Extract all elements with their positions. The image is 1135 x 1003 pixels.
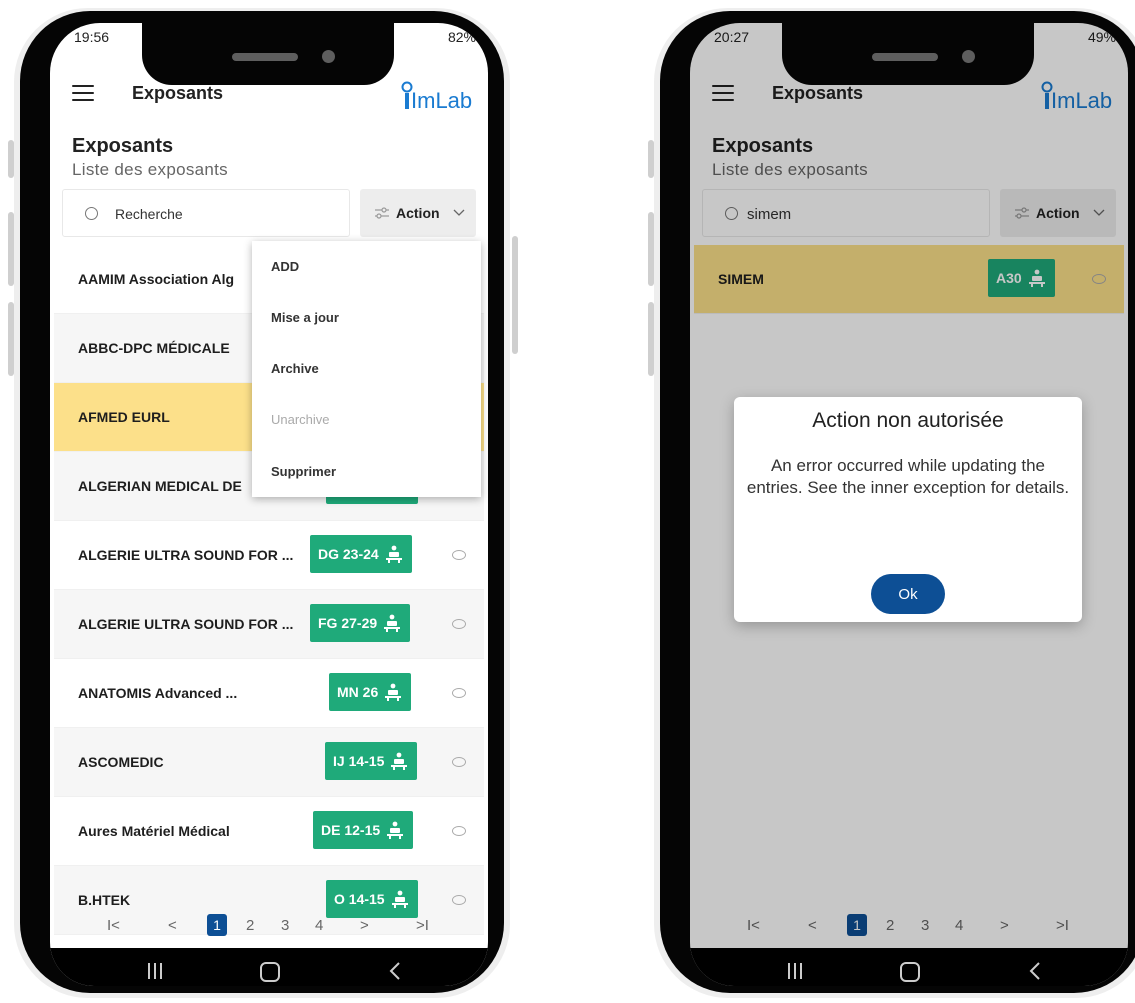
- table-row[interactable]: ANATOMIS Advanced ... MN 26: [54, 659, 484, 728]
- menu-item-delete[interactable]: Supprimer: [271, 464, 336, 479]
- screen: 19:56 82% Exposants ImLab Exposants List…: [50, 23, 488, 986]
- menu-item-archive[interactable]: Archive: [271, 361, 319, 376]
- stand-code: FG 27-29: [318, 615, 378, 631]
- sliders-icon: [375, 207, 389, 219]
- exposant-name: AFMED EURL: [78, 409, 170, 425]
- seat-icon: [385, 545, 402, 563]
- exposant-name: ALGERIE ULTRA SOUND FOR ...: [78, 547, 294, 563]
- stand-code: MN 26: [337, 684, 379, 700]
- phone-right: 20:27 49% Exposants ImLab Exposants List…: [654, 8, 1135, 998]
- recent-apps-icon[interactable]: [148, 963, 162, 979]
- screen: 20:27 49% Exposants ImLab Exposants List…: [690, 23, 1128, 986]
- eye-icon[interactable]: [452, 688, 466, 698]
- home-icon[interactable]: [260, 962, 280, 982]
- dialog-title: Action non autorisée: [812, 409, 1004, 432]
- search-text: Recherche: [115, 206, 183, 222]
- ok-button[interactable]: Ok: [871, 574, 945, 614]
- seat-icon: [385, 683, 402, 701]
- side-button: [648, 302, 654, 376]
- pagination: I< < 1 2 3 4 > >I: [50, 913, 488, 943]
- pager-prev[interactable]: <: [168, 917, 177, 934]
- home-icon[interactable]: [900, 962, 920, 982]
- page-subtitle: Liste des exposants: [72, 160, 228, 179]
- eye-icon[interactable]: [452, 757, 466, 767]
- speaker: [232, 53, 298, 61]
- action-dropdown-button[interactable]: Action: [360, 189, 476, 237]
- recent-apps-icon[interactable]: [788, 963, 802, 979]
- stand-badge[interactable]: DG 23-24: [310, 535, 412, 573]
- table-row[interactable]: ALGERIE ULTRA SOUND FOR ... FG 27-29: [54, 590, 484, 659]
- exposant-name: ALGERIE ULTRA SOUND FOR ...: [78, 616, 294, 632]
- stand-code: O 14-15: [334, 891, 385, 907]
- menu-item-update[interactable]: Mise a jour: [271, 310, 339, 325]
- pager-page-current[interactable]: 1: [207, 914, 227, 936]
- side-button: [8, 140, 14, 178]
- seat-icon: [387, 821, 404, 839]
- android-nav-bar: [50, 948, 488, 986]
- back-icon[interactable]: [1028, 961, 1042, 981]
- seat-icon: [384, 614, 401, 632]
- pager-last[interactable]: >I: [416, 917, 429, 934]
- status-battery: 82%: [447, 29, 476, 45]
- action-dropdown-menu: ADD Mise a jour Archive Unarchive Suppri…: [252, 241, 481, 497]
- eye-icon[interactable]: [452, 895, 466, 905]
- chevron-down-icon: [453, 209, 465, 216]
- search-input[interactable]: Recherche: [62, 189, 350, 237]
- pager-page[interactable]: 2: [246, 917, 254, 934]
- exposant-name: ABBC-DPC MÉDICALE: [78, 340, 230, 356]
- seat-icon: [391, 890, 408, 908]
- stand-code: IJ 14-15: [333, 753, 385, 769]
- exposant-name: B.HTEK: [78, 892, 131, 908]
- notch: [142, 23, 394, 85]
- exposant-name: AAMIM Association Alg: [78, 271, 235, 287]
- stand-badge[interactable]: MN 26: [329, 673, 412, 711]
- exposant-name: ANATOMIS Advanced ...: [78, 685, 238, 701]
- eye-icon[interactable]: [452, 619, 466, 629]
- stand-badge[interactable]: DE 12-15: [313, 811, 414, 849]
- phone-bezel: 20:27 49% Exposants ImLab Exposants List…: [660, 11, 1135, 993]
- app-bar-title: Exposants: [132, 83, 224, 103]
- eye-icon[interactable]: [452, 550, 466, 560]
- speaker: [872, 53, 938, 61]
- stand-badge[interactable]: IJ 14-15: [325, 742, 418, 780]
- exposant-name: ASCOMEDIC: [78, 754, 164, 770]
- action-label: Action: [396, 205, 440, 221]
- page-title: Exposants: [72, 135, 174, 157]
- hamburger-menu-icon[interactable]: [72, 85, 94, 101]
- search-icon: [85, 207, 98, 220]
- pager-next[interactable]: >: [360, 917, 369, 934]
- imlab-logo: ImLab: [401, 81, 472, 113]
- side-button: [648, 212, 654, 286]
- eye-icon[interactable]: [452, 826, 466, 836]
- notch: [782, 23, 1034, 85]
- android-nav-bar: [690, 948, 1128, 986]
- back-icon[interactable]: [388, 961, 402, 981]
- pager-page[interactable]: 3: [281, 917, 289, 934]
- table-row[interactable]: ALGERIE ULTRA SOUND FOR ... DG 23-24: [54, 521, 484, 590]
- phone-bezel: 19:56 82% Exposants ImLab Exposants List…: [20, 11, 504, 993]
- side-button: [512, 236, 518, 354]
- dialog-message: An error occurred while updating the ent…: [746, 456, 1070, 497]
- menu-item-unarchive: Unarchive: [271, 412, 330, 427]
- side-button: [8, 212, 14, 286]
- status-time: 19:56: [74, 29, 110, 45]
- table-row[interactable]: Aures Matériel Médical DE 12-15: [54, 797, 484, 866]
- stand-code: DG 23-24: [318, 546, 379, 562]
- exposant-name: ALGERIAN MEDICAL DE: [78, 478, 242, 494]
- camera: [962, 50, 975, 63]
- pager-page[interactable]: 4: [315, 917, 323, 934]
- side-button: [8, 302, 14, 376]
- menu-item-add[interactable]: ADD: [271, 259, 299, 274]
- side-button: [648, 140, 654, 178]
- phone-left: 19:56 82% Exposants ImLab Exposants List…: [14, 8, 510, 998]
- pager-first[interactable]: I<: [107, 917, 120, 934]
- camera: [322, 50, 335, 63]
- seat-icon: [391, 752, 408, 770]
- stand-badge[interactable]: FG 27-29: [310, 604, 411, 642]
- stand-code: DE 12-15: [321, 822, 381, 838]
- logo-text: ImLab: [411, 88, 472, 113]
- error-dialog: Action non autorisée An error occurred w…: [734, 397, 1082, 622]
- table-row[interactable]: ASCOMEDIC IJ 14-15: [54, 728, 484, 797]
- exposant-name: Aures Matériel Médical: [78, 823, 230, 839]
